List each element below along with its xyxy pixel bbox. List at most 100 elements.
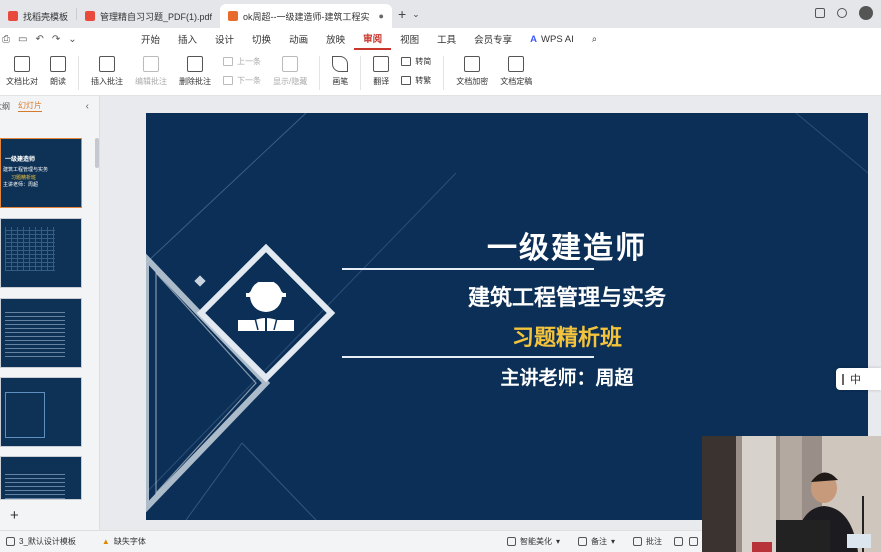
avatar[interactable]	[859, 6, 873, 20]
redo-icon[interactable]: ↷	[52, 34, 60, 45]
ribbon: 文档比对 朗读 插入批注 编辑批注 删除批注 上一条 下一条 显示/隐藏 画笔 …	[0, 50, 881, 96]
slide-thumbnail-4[interactable]	[0, 377, 82, 447]
menu-transitions[interactable]: 切换	[243, 28, 280, 50]
beautify-label: 智能美化	[519, 537, 552, 546]
slide-teacher: 主讲老师：周超	[500, 367, 634, 389]
menu-animations[interactable]: 动画	[280, 28, 317, 50]
ppt-icon	[228, 11, 239, 21]
show-hide-button[interactable]: 显示/隐藏	[267, 56, 313, 87]
template-label: 3_默认设计模板	[19, 537, 76, 546]
ime-indicator[interactable]: 中	[836, 368, 881, 390]
edit-comment-button[interactable]: 编辑批注	[129, 56, 173, 87]
slide-subtitle: 建筑工程管理与实务	[467, 286, 666, 311]
ribbon-divider	[78, 56, 79, 90]
slide-thumbnail-1[interactable]: 一级建造师 建筑工程管理与实务 习题精析班 主讲老师：周超	[0, 138, 82, 208]
window-icons	[815, 6, 873, 20]
menu-view[interactable]: 视图	[391, 28, 428, 50]
tab-label: 管理精自习习题_PDF(1).pdf	[100, 11, 213, 22]
finalize-button[interactable]: 文档定稿	[494, 56, 538, 87]
read-aloud-button[interactable]: 朗读	[44, 56, 72, 87]
panel-scrollbar[interactable]	[95, 138, 99, 168]
window-restore-icon[interactable]	[815, 8, 825, 18]
menu-design[interactable]: 设计	[206, 28, 243, 50]
collapse-panel-icon[interactable]: ‹	[86, 101, 89, 112]
menu-insert[interactable]: 插入	[169, 28, 206, 50]
menu-slideshow[interactable]: 放映	[317, 28, 354, 50]
menu-home[interactable]: 开始	[132, 28, 169, 50]
pen-label: 画笔	[332, 77, 349, 86]
slide-title: 一级建造师	[487, 231, 647, 266]
finalize-label: 文档定稿	[500, 77, 533, 86]
ime-mode: 中	[850, 374, 861, 386]
new-tab-button[interactable]: +	[398, 6, 406, 22]
save-icon[interactable]: ⎙	[2, 34, 10, 45]
thumb-text-lines	[5, 311, 65, 341]
menu-member[interactable]: 会员专享	[465, 28, 521, 50]
tab-presentation[interactable]: ok周超--一级建造师-建筑工程实 ●	[220, 4, 392, 28]
normal-view-icon[interactable]	[674, 537, 683, 546]
tab-docer-templates[interactable]: 找稻壳模板	[0, 4, 76, 28]
menu-tools[interactable]: 工具	[428, 28, 465, 50]
pen-icon	[332, 56, 349, 72]
slide-thumbnail-2[interactable]	[0, 218, 82, 288]
cube-icon[interactable]	[837, 8, 847, 18]
tab-slides[interactable]: 幻灯片	[18, 100, 42, 112]
webcam-video	[702, 436, 881, 552]
tab-label: ok周超--一级建造师-建筑工程实	[243, 11, 370, 22]
close-icon[interactable]: ●	[379, 11, 384, 21]
menu-review[interactable]: 审阅	[354, 28, 392, 50]
insert-comment-label: 插入批注	[91, 77, 123, 86]
pdf-icon	[85, 11, 96, 21]
encrypt-label: 文档加密	[456, 77, 489, 86]
slide-thumbnail-3[interactable]	[0, 298, 82, 368]
ribbon-group-protect: 文档加密 文档定稿	[450, 50, 538, 95]
template-status[interactable]: 3_默认设计模板	[0, 536, 82, 547]
translate-icon	[373, 56, 390, 72]
missing-font-status[interactable]: ▲ 缺失字体	[96, 536, 152, 547]
comment-icon	[633, 537, 642, 546]
tab-list-chevron-icon[interactable]: ⌄	[412, 9, 420, 20]
comments-button[interactable]: 批注	[627, 536, 668, 547]
pen-button[interactable]: 画笔	[326, 56, 354, 87]
next-comment-button[interactable]: 下一条	[223, 75, 261, 86]
notes-button[interactable]: 备注 ▾	[572, 536, 621, 547]
search-icon[interactable]: ⌕	[583, 28, 606, 50]
encrypt-button[interactable]: 文档加密	[450, 56, 494, 87]
undo-icon[interactable]: ↶	[35, 34, 43, 45]
thumb-box	[5, 392, 45, 438]
tab-label: 找稻壳模板	[23, 11, 69, 22]
delete-comment-button[interactable]: 删除批注	[173, 56, 217, 87]
finalize-icon	[508, 56, 525, 72]
slide-thumbnail-5[interactable]	[0, 456, 82, 500]
thumb-text-lines	[5, 343, 65, 357]
docer-icon	[8, 11, 18, 21]
menu-bar: ⎙ ▭ ↶ ↷ ⌄ 开始 插入 设计 切换 动画 放映 审阅 视图 工具 会员专…	[0, 28, 881, 50]
tab-bar: 找稻壳模板 管理精自习习题_PDF(1).pdf ok周超--一级建造师-建筑工…	[0, 0, 881, 28]
wps-ai-label: WPS AI	[541, 33, 574, 45]
grid-view-icon[interactable]	[689, 537, 698, 546]
translate-button[interactable]: 翻译	[367, 56, 395, 87]
insert-comment-button[interactable]: 插入批注	[85, 56, 129, 87]
translate-label: 翻译	[373, 77, 390, 86]
prev-comment-button[interactable]: 上一条	[223, 56, 261, 67]
thumb-class: 习题精析班	[11, 175, 37, 181]
slide-class-name: 习题精析班	[511, 326, 622, 351]
to-traditional-button[interactable]: 转繁	[401, 75, 431, 86]
beautify-icon	[506, 537, 516, 546]
to-simplified-button[interactable]: 转简	[401, 56, 431, 67]
more-chevron-icon[interactable]: ⌄	[68, 34, 76, 45]
print-icon[interactable]: ▭	[18, 34, 27, 45]
wps-ai-button[interactable]: A WPS AI	[521, 28, 583, 50]
next-icon	[223, 76, 233, 85]
ribbon-divider	[360, 56, 362, 90]
tab-pdf[interactable]: 管理精自习习题_PDF(1).pdf	[77, 4, 220, 28]
webcam-frame	[702, 436, 881, 552]
prev-label: 上一条	[237, 57, 261, 66]
subtitle-divider	[342, 356, 594, 358]
edit-comment-label: 编辑批注	[135, 77, 167, 86]
tab-outline[interactable]: 大纲	[0, 101, 10, 112]
add-slide-button[interactable]: +	[10, 507, 19, 524]
compare-button[interactable]: 文档比对	[0, 56, 44, 87]
comment-delete-icon	[187, 56, 203, 72]
beautify-button[interactable]: 智能美化 ▾	[501, 536, 566, 547]
